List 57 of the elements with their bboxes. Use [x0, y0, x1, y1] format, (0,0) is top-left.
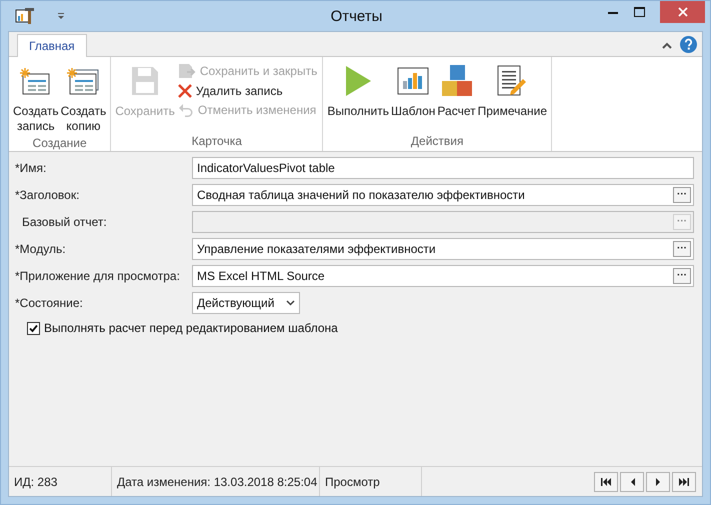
previous-record-button[interactable]	[620, 472, 644, 492]
checkbox[interactable]	[27, 322, 40, 334]
browse-button[interactable]: ···	[673, 241, 691, 257]
ribbon-button[interactable]: Выполнить	[326, 62, 390, 121]
next-record-button[interactable]	[646, 472, 670, 492]
close-button[interactable]	[660, 1, 705, 23]
previous-icon	[630, 478, 634, 486]
ribbon-small-button[interactable]: Удалить запись	[176, 83, 320, 99]
ribbon-button[interactable]: Создать копию	[60, 62, 108, 136]
ribbon-button[interactable]: Расчет	[436, 62, 477, 121]
status-dropdown[interactable]: Действующий	[192, 292, 300, 314]
bar-chart-icon	[397, 67, 430, 95]
field-label: *Заголовок:	[15, 188, 80, 202]
help-icon[interactable]	[680, 36, 697, 53]
delete-icon	[178, 84, 192, 98]
copy-record-icon	[66, 66, 100, 96]
input-field[interactable]: Сводная таблица значений по показателю эффективности ···	[192, 184, 694, 206]
field-label: *Приложение для просмотра:	[15, 269, 181, 283]
ribbon-tab[interactable]: Главная	[17, 34, 87, 57]
input-field[interactable]: Управление показателями эффективности ···	[192, 238, 694, 260]
input-field[interactable]: IndicatorValuesPivot table	[192, 157, 694, 179]
field-label: *Имя:	[15, 161, 48, 175]
field-label: *Модуль:	[15, 242, 67, 256]
status-text: ИД: 283	[9, 467, 112, 496]
input-field[interactable]: MS Excel HTML Source ···	[192, 265, 694, 287]
ribbon-button[interactable]: Создать запись	[12, 62, 60, 136]
first-icon	[601, 478, 611, 486]
app-icon	[15, 7, 35, 25]
group-label: Создание	[32, 136, 88, 151]
group-label: Действия	[410, 134, 464, 150]
play-icon	[344, 65, 372, 97]
close-icon	[678, 7, 688, 17]
browse-button[interactable]: ···	[673, 187, 691, 203]
last-record-button[interactable]	[672, 472, 696, 492]
maximize-icon	[634, 7, 644, 17]
window-title: Отчеты	[330, 8, 384, 24]
save-close-icon	[178, 63, 196, 79]
ribbon-button[interactable]: Шаблон	[390, 62, 436, 121]
checkbox-label: Выполнять расчет перед редактированием шаблона	[44, 321, 339, 335]
undo-icon	[178, 103, 194, 117]
save-icon	[131, 66, 160, 96]
field-label: *Состояние:	[15, 296, 84, 310]
browse-button[interactable]: ···	[673, 268, 691, 284]
chevron-down-icon	[286, 300, 295, 306]
group-label: Карточка	[190, 134, 243, 150]
next-icon	[656, 478, 660, 486]
ribbon-button[interactable]: Примечание	[476, 62, 548, 121]
field-label: Базовый отчет:	[21, 215, 108, 229]
collapse-ribbon-icon[interactable]	[662, 42, 672, 49]
first-record-button[interactable]	[594, 472, 618, 492]
blocks-icon	[440, 65, 472, 97]
status-text: Просмотр	[320, 467, 422, 496]
minimize-icon	[608, 10, 618, 14]
note-icon	[497, 65, 528, 97]
status-text: Дата изменения: 13.03.2018 8:25:04	[112, 467, 320, 496]
last-icon	[679, 478, 689, 486]
quick-access-menu-icon[interactable]	[57, 12, 65, 20]
